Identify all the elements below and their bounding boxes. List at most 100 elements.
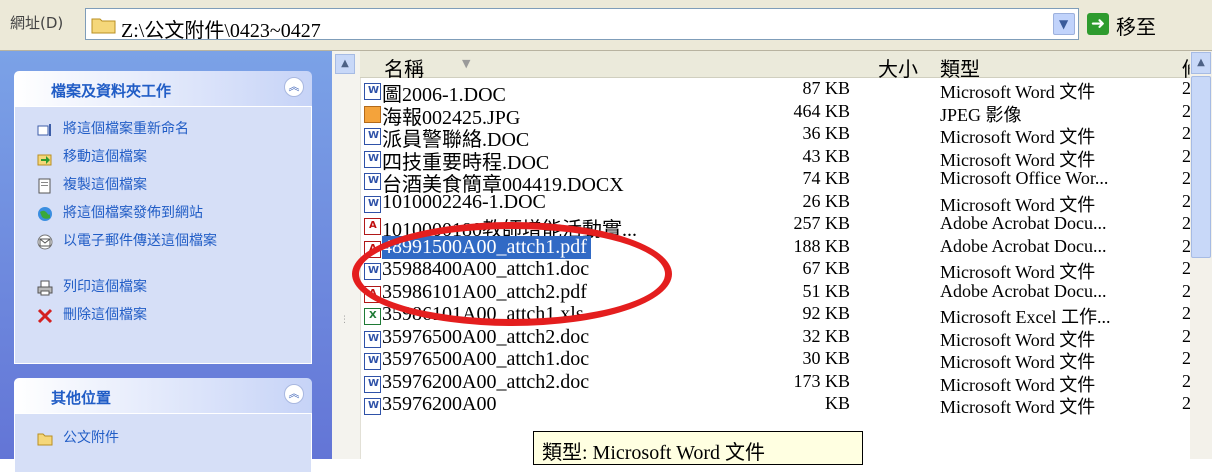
file-list-view: ▲ ⋮ 名稱 ▼ 大小 類型 修 圖2006-1.DOC87 KBMicroso… — [332, 51, 1212, 459]
task-pane: 檔案及資料夾工作 ︽ 將這個檔案重新命名 移動這個檔案 複製這個檔案 將這個檔案… — [0, 51, 332, 473]
file-row[interactable]: 35986101A00_attch2.pdf 51 KB Adobe Acrobat… — [360, 280, 1200, 305]
go-label: 移至 — [1116, 15, 1156, 39]
file-tasks-list: 將這個檔案重新命名 移動這個檔案 複製這個檔案 將這個檔案發佈到網站 以電子郵件… — [14, 106, 312, 364]
file-type: Adobe Acrobat Docu... — [940, 280, 1107, 301]
word-doc-icon — [364, 375, 381, 393]
file-tasks-title: 檔案及資料夾工作 — [51, 82, 172, 100]
file-row[interactable]: 派員警聯絡.DOC36 KBMicrosoft Word 文件20 — [360, 123, 1200, 151]
file-size: 464 KB — [793, 100, 850, 121]
file-row[interactable]: 1010002246-1.DOC26 KBMicrosoft Word 文件20 — [360, 190, 1200, 215]
file-row[interactable]: 35976500A00_attch1.doc30 KBMicrosoft Wor… — [360, 348, 1200, 372]
file-name: 35976500A00_attch1.doc — [382, 348, 590, 370]
file-name: 35976200A00 — [382, 393, 497, 415]
folder-icon — [91, 18, 116, 34]
file-size: 32 KB — [802, 325, 850, 346]
other-places-list: 公文附件 — [14, 413, 312, 473]
word-doc-icon — [364, 195, 381, 213]
file-size: 173 KB — [793, 370, 850, 391]
file-size: 51 KB — [802, 280, 850, 301]
word-doc-icon — [364, 150, 381, 168]
file-size: 188 KB — [793, 235, 850, 256]
print-icon — [37, 280, 53, 296]
pane-splitter-scrollbar[interactable]: ▲ ⋮ — [332, 51, 361, 459]
move-icon — [37, 154, 52, 166]
file-row[interactable]: 圖2006-1.DOC87 KBMicrosoft Word 文件20 — [360, 78, 1200, 106]
file-size: 43 KB — [802, 145, 850, 166]
file-name: 35988400A00_attch1.doc — [382, 258, 590, 280]
file-row[interactable]: 35976200A00KBMicrosoft Word 文件20 — [360, 393, 1200, 417]
task-label: 將這個檔案重新命名 — [63, 121, 189, 137]
chevron-down-icon: ▼ — [1059, 17, 1069, 31]
word-doc-icon — [364, 330, 381, 348]
pdf-icon — [364, 285, 381, 303]
file-row[interactable]: 35986101A00_attch1.xls92 KBMicrosoft Exc… — [360, 303, 1200, 327]
file-row[interactable]: 48991500A00_attch1.pdf 188 KB Adobe Acroba… — [360, 235, 1200, 260]
excel-icon — [364, 308, 381, 325]
word-doc-icon — [364, 128, 381, 145]
file-size: 67 KB — [802, 258, 850, 278]
word-doc-icon — [364, 398, 381, 415]
rename-icon — [37, 124, 51, 136]
task-label: 以電子郵件傳送這個檔案 — [63, 233, 217, 249]
tooltip-text: 類型: Microsoft Word 文件 — [542, 442, 766, 464]
task-label: 複製這個檔案 — [63, 177, 147, 193]
splitter-grip-icon: ⋮ — [340, 315, 349, 325]
file-size: KB — [824, 393, 850, 413]
file-type: Microsoft Office Wor... — [940, 168, 1109, 188]
word-doc-icon — [364, 353, 381, 370]
file-name: 35976200A00_attch2.doc — [382, 370, 590, 393]
file-name: 35986101A00_attch2.pdf — [382, 280, 587, 303]
go-arrow-icon: ➜ — [1087, 13, 1109, 35]
publish-web-icon — [38, 207, 52, 221]
address-dropdown-button[interactable]: ▼ — [1053, 13, 1075, 35]
email-icon — [37, 234, 53, 250]
file-row[interactable]: 35976200A00_attch2.doc173 KBMicrosoft Wo… — [360, 370, 1200, 395]
file-row[interactable]: 台酒美食簡章004419.DOCX74 KBMicrosoft Office W… — [360, 168, 1200, 196]
collapse-icon[interactable]: ︽ — [284, 384, 304, 404]
delete-icon — [37, 308, 53, 324]
file-name: 35976500A00_attch2.doc — [382, 325, 590, 348]
file-name: 1010002246-1.DOC — [382, 190, 546, 213]
address-input[interactable]: Z:\公文附件\0423~0427 ▼ — [85, 8, 1079, 42]
file-name: 48991500A00_attch1.pdf — [382, 235, 591, 259]
task-label: 將這個檔案發佈到網站 — [63, 205, 203, 221]
place-label: 公文附件 — [63, 430, 119, 446]
file-name: 35986101A00_attch1.xls — [382, 303, 584, 325]
go-button[interactable]: ➜ 移至 — [1084, 10, 1212, 40]
jpeg-icon — [364, 105, 381, 123]
file-row[interactable]: 35988400A00_attch1.doc67 KBMicrosoft Wor… — [360, 258, 1200, 282]
sort-arrow-icon: ▼ — [462, 57, 471, 70]
file-size: 36 KB — [802, 123, 850, 143]
task-label: 列印這個檔案 — [63, 279, 147, 295]
file-row[interactable]: 35976500A00_attch2.doc32 KBMicrosoft Wor… — [360, 325, 1200, 350]
file-tasks-header[interactable]: 檔案及資料夾工作 ︽ — [14, 71, 312, 106]
file-size: 26 KB — [802, 190, 850, 211]
file-size: 257 KB — [793, 213, 850, 233]
address-label: 網址(D) — [10, 14, 64, 32]
pdf-icon — [364, 240, 381, 258]
file-size: 74 KB — [802, 168, 850, 188]
word-doc-icon — [364, 173, 381, 190]
file-row[interactable]: 海報002425.JPG464 KBJPEG 影像20 — [360, 100, 1200, 129]
column-header: 名稱 ▼ 大小 類型 修 — [360, 51, 1212, 81]
file-size: 87 KB — [802, 78, 850, 98]
word-doc-icon — [364, 83, 381, 100]
file-row[interactable]: 四技重要時程.DOC43 KBMicrosoft Word 文件20 — [360, 145, 1200, 174]
collapse-icon[interactable]: ︽ — [284, 77, 304, 97]
address-path: Z:\公文附件\0423~0427 — [121, 20, 321, 42]
other-places-header[interactable]: 其他位置 ︽ — [14, 378, 312, 413]
folder-icon — [37, 433, 53, 446]
tooltip: 類型: Microsoft Word 文件 — [533, 431, 863, 465]
scroll-up-icon[interactable]: ▲ — [1191, 52, 1211, 74]
file-type: Adobe Acrobat Docu... — [940, 235, 1107, 256]
scroll-up-icon[interactable]: ▲ — [335, 54, 355, 74]
scroll-thumb[interactable] — [1191, 76, 1211, 258]
address-bar: 網址(D) Z:\公文附件\0423~0427 ▼ ➜ 移至 — [0, 0, 1212, 51]
word-doc-icon — [364, 263, 381, 280]
file-type: Adobe Acrobat Docu... — [940, 213, 1107, 233]
file-row[interactable]: 1010000180教師增能活動實...257 KBAdobe Acrobat … — [360, 213, 1200, 241]
col-size[interactable]: 大小 — [878, 53, 918, 82]
copy-icon — [38, 178, 51, 194]
pdf-icon — [364, 218, 381, 235]
vertical-scrollbar[interactable]: ▲ — [1190, 51, 1212, 459]
